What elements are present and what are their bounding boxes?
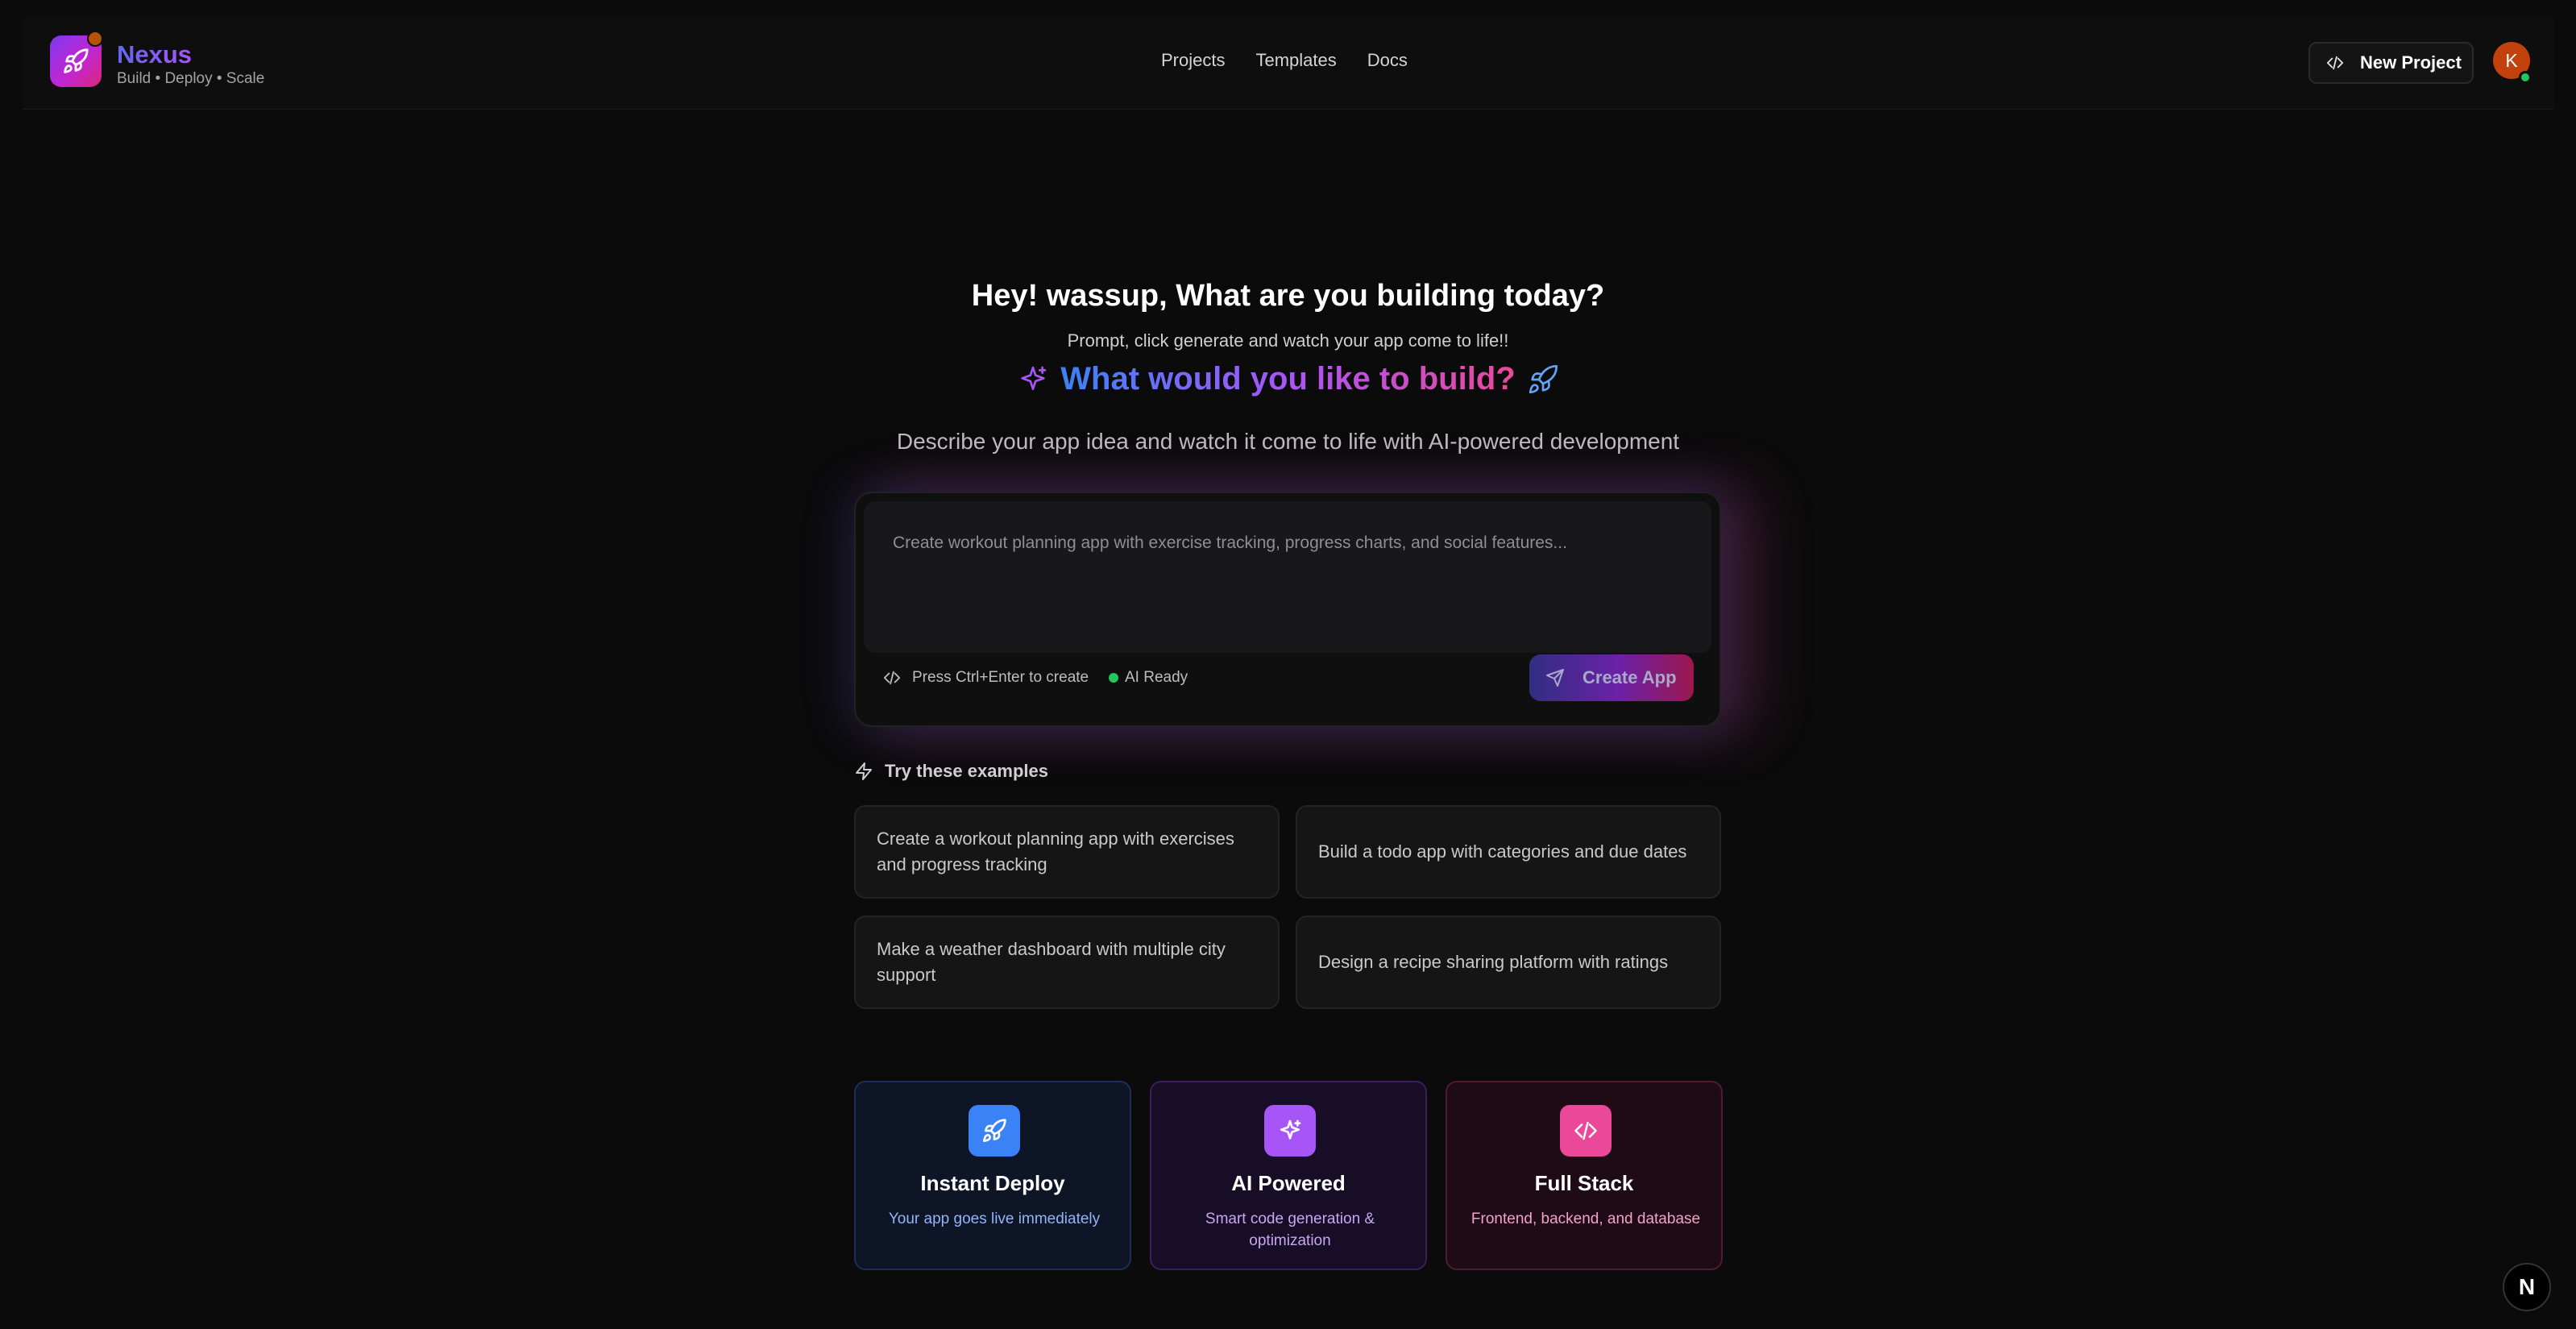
page-description: Describe your app idea and watch it come…: [896, 429, 1680, 454]
feature-description: Frontend, backend, and database: [1471, 1211, 1701, 1227]
dev-tools-badge[interactable]: N: [2503, 1263, 2551, 1311]
page-subtitle: Prompt, click generate and watch your ap…: [1067, 330, 1509, 351]
rocket-icon: [1527, 363, 1559, 396]
logo-badge-dot: [87, 31, 103, 47]
nav-item-docs[interactable]: Docs: [1367, 50, 1408, 71]
online-status-dot: [2519, 71, 2532, 84]
send-icon: [1545, 668, 1565, 687]
brand-tagline: Build • Deploy • Scale: [117, 70, 265, 87]
nav-item-projects[interactable]: Projects: [1161, 50, 1225, 71]
example-card[interactable]: Build a todo app with categories and due…: [1296, 805, 1721, 899]
page-title: Hey! wassup, What are you building today…: [971, 279, 1605, 313]
ai-status: AI Ready: [1109, 669, 1188, 687]
feature-title: AI Powered: [1231, 1171, 1346, 1195]
prompt-card: Create workout planning app with exercis…: [854, 492, 1721, 727]
feature-title: Full Stack: [1534, 1171, 1634, 1195]
brand-name[interactable]: Nexus: [117, 40, 192, 69]
ai-status-text: AI Ready: [1125, 669, 1188, 686]
feature-description: Your app goes live immediately: [888, 1211, 1101, 1227]
main-nav: Projects Templates Docs: [1161, 50, 1408, 71]
lightning-icon: [854, 762, 873, 781]
sparkles-icon: [1017, 363, 1049, 396]
code-icon: [1560, 1105, 1612, 1157]
ai-status-dot: [1109, 673, 1118, 683]
example-card[interactable]: Design a recipe sharing platform with ra…: [1296, 916, 1721, 1009]
new-project-label: New Project: [2360, 52, 2462, 73]
feature-card-ai-powered: AI Powered Smart code generation & optim…: [1150, 1081, 1427, 1270]
rocket-icon: [62, 48, 89, 75]
build-question: What would you like to build?: [1060, 361, 1516, 397]
code-icon: [2326, 54, 2344, 72]
new-project-button[interactable]: New Project: [2308, 42, 2474, 84]
top-header: Nexus Build • Deploy • Scale Projects Te…: [23, 16, 2554, 110]
rocket-icon: [969, 1105, 1020, 1157]
nav-item-templates[interactable]: Templates: [1255, 50, 1336, 71]
example-card[interactable]: Make a weather dashboard with multiple c…: [854, 916, 1280, 1009]
feature-card-full-stack: Full Stack Frontend, backend, and databa…: [1446, 1081, 1723, 1270]
feature-card-instant-deploy: Instant Deploy Your app goes live immedi…: [854, 1081, 1131, 1270]
examples-heading: Try these examples: [854, 761, 1048, 782]
feature-title: Instant Deploy: [920, 1171, 1065, 1195]
examples-heading-text: Try these examples: [885, 761, 1049, 781]
code-icon: [883, 669, 901, 687]
keyboard-hint: Press Ctrl+Enter to create: [883, 669, 1089, 687]
feature-description: Smart code generation & optimization: [1205, 1211, 1375, 1249]
prompt-input[interactable]: Create workout planning app with exercis…: [864, 501, 1711, 653]
example-card[interactable]: Create a workout planning app with exerc…: [854, 805, 1280, 899]
keyboard-hint-text: Press Ctrl+Enter to create: [912, 669, 1089, 686]
build-question-row: What would you like to build?: [0, 361, 2576, 397]
create-app-label: Create App: [1583, 667, 1677, 687]
create-app-button[interactable]: Create App: [1529, 654, 1694, 701]
sparkles-icon: [1264, 1105, 1316, 1157]
